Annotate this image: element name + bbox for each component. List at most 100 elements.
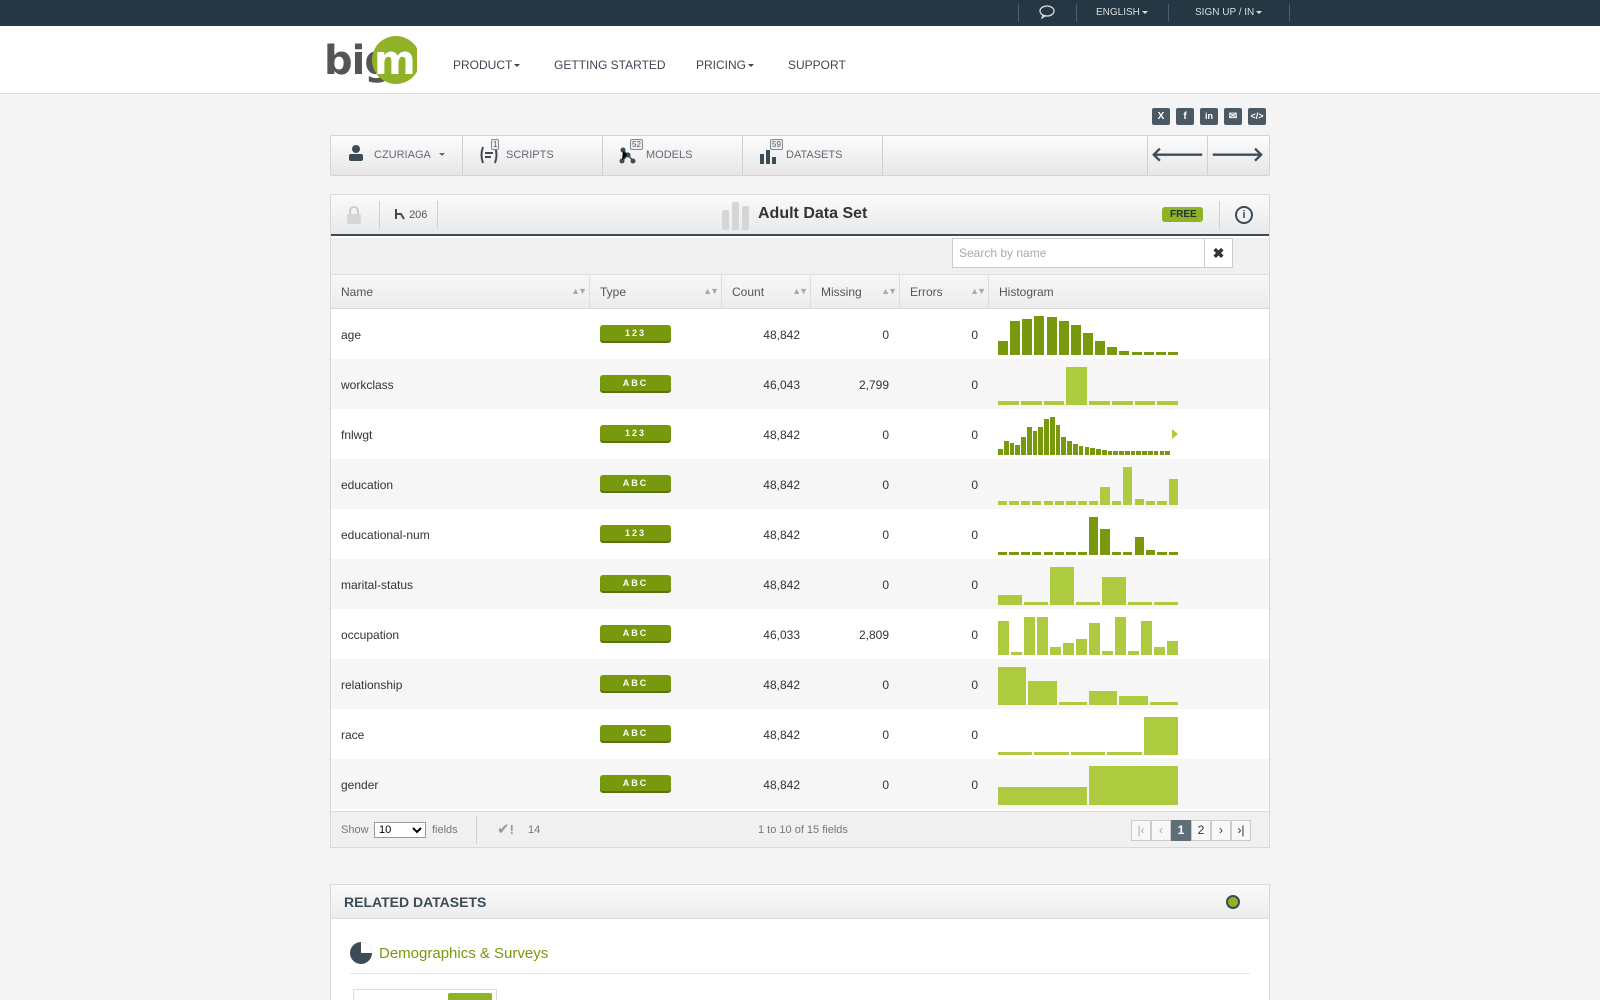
histogram-bar (1044, 419, 1049, 455)
table-row[interactable]: educational-num 123 48,842 0 0 (331, 509, 1269, 559)
histogram-bar (1157, 501, 1167, 505)
histogram-bar (1089, 517, 1099, 555)
page-2-button[interactable]: 2 (1191, 820, 1211, 841)
histogram-bar (1077, 501, 1087, 505)
histogram[interactable] (998, 615, 1180, 655)
histogram[interactable] (998, 465, 1180, 505)
column-label: Type (600, 285, 627, 299)
histogram-bar (998, 401, 1019, 405)
histogram-bar (1032, 552, 1042, 555)
nav-label: PRODUCT (453, 58, 513, 72)
field-type-badge: ABC (600, 375, 671, 391)
column-count[interactable]: Count ▲▼ (722, 275, 811, 309)
next-page-icon[interactable]: › (1211, 820, 1231, 841)
page-1-button[interactable]: 1 (1171, 820, 1191, 841)
last-page-icon[interactable]: ›| (1231, 820, 1251, 841)
check-warning-icon: ✔! (497, 821, 514, 838)
tab-models[interactable]: 52 MODELS (603, 136, 743, 175)
info-icon[interactable]: i (1235, 206, 1253, 224)
table-row[interactable]: fnlwgt 123 48,842 0 0 (331, 409, 1269, 459)
signin-menu[interactable]: SIGN UP / IN (1195, 7, 1263, 18)
table-row[interactable]: education ABC 48,842 0 0 (331, 459, 1269, 509)
views-count: 206 (409, 209, 428, 221)
nav-product[interactable]: PRODUCT (453, 58, 521, 72)
dataset-title: Adult Data Set (758, 205, 868, 222)
related-header[interactable]: RELATED DATASETS (331, 885, 1269, 919)
lock-icon[interactable] (347, 206, 361, 224)
histogram-bar (1089, 623, 1100, 655)
histogram-bar (1145, 501, 1156, 505)
table-header: Name ▲▼ Type ▲▼ Count ▲▼ Missing ▲▼ Errors ▲▼… (331, 274, 1269, 309)
category-link[interactable]: Demographics & Surveys (379, 945, 548, 962)
user-menu[interactable]: CZURIAGA (331, 136, 463, 175)
language-menu[interactable]: ENGLISH (1096, 7, 1148, 18)
histogram-bar (1037, 617, 1048, 655)
prev-page-icon[interactable]: ‹ (1151, 820, 1171, 841)
histogram-bar (1070, 752, 1106, 755)
histogram-bar (1043, 501, 1053, 505)
pie-chart-icon (350, 942, 372, 964)
histogram[interactable] (998, 765, 1180, 805)
back-arrow-icon[interactable]: 🡐 (1147, 136, 1207, 175)
page-size-select[interactable]: 10 (374, 822, 426, 838)
chevron-down-icon (748, 64, 755, 68)
histogram[interactable] (998, 565, 1180, 605)
table-row[interactable]: race ABC 48,842 0 0 (331, 709, 1269, 759)
column-type[interactable]: Type ▲▼ (590, 275, 722, 309)
histogram-bar (1102, 577, 1126, 605)
table-row[interactable]: marital-status ABC 48,842 0 0 (331, 559, 1269, 609)
column-name[interactable]: Name ▲▼ (331, 275, 590, 309)
histogram-bar (1123, 467, 1133, 505)
histogram-bar (1082, 333, 1093, 355)
histogram-bar (1107, 347, 1118, 355)
histogram-bar (1078, 446, 1084, 455)
histogram[interactable] (998, 315, 1180, 355)
field-errors: 0 (971, 778, 978, 792)
forward-arrow-icon[interactable]: 🡒 (1207, 136, 1267, 175)
dataset-card[interactable] (353, 989, 497, 1000)
x-share-icon[interactable]: X (1152, 108, 1170, 125)
nav-getting-started[interactable]: GETTING STARTED (554, 58, 666, 72)
histogram-bar (1155, 352, 1166, 355)
histogram-bar (1143, 717, 1178, 755)
histogram[interactable] (998, 515, 1180, 555)
field-name: marital-status (341, 578, 414, 592)
sort-icon: ▲▼ (881, 286, 897, 296)
histogram[interactable] (998, 365, 1180, 405)
histogram-bar (1154, 647, 1165, 655)
histogram[interactable] (998, 665, 1180, 705)
linkedin-share-icon[interactable]: in (1200, 108, 1218, 125)
field-name: occupation (341, 628, 400, 642)
collapse-icon[interactable] (1226, 895, 1240, 909)
histogram-more-icon[interactable] (1172, 429, 1178, 439)
mail-share-icon[interactable]: ✉ (1224, 108, 1242, 125)
table-row[interactable]: relationship ABC 48,842 0 0 (331, 659, 1269, 709)
histogram-bar (1168, 479, 1178, 505)
histogram-bar (1050, 567, 1074, 605)
tab-datasets[interactable]: 59 DATASETS (743, 136, 883, 175)
nav-pricing[interactable]: PRICING (696, 58, 755, 72)
histogram[interactable] (998, 415, 1180, 455)
histogram-bar (1115, 617, 1126, 655)
column-missing[interactable]: Missing ▲▼ (811, 275, 900, 309)
field-missing: 0 (882, 728, 889, 742)
embed-code-icon[interactable]: </> (1248, 108, 1266, 125)
histogram-bar (1143, 352, 1154, 355)
nav-support[interactable]: SUPPORT (788, 58, 846, 72)
clear-search-icon[interactable]: ✖ (1205, 238, 1233, 268)
table-row[interactable]: gender ABC 48,842 0 0 (331, 759, 1269, 809)
histogram[interactable] (998, 715, 1180, 755)
first-page-icon[interactable]: |‹ (1131, 820, 1151, 841)
column-errors[interactable]: Errors ▲▼ (900, 275, 989, 309)
histogram-bar (1054, 552, 1065, 555)
table-row[interactable]: occupation ABC 46,033 2,809 0 (331, 609, 1269, 659)
search-input[interactable] (952, 238, 1205, 268)
chat-icon[interactable] (1038, 5, 1056, 22)
tab-scripts[interactable]: 1 SCRIPTS (463, 136, 603, 175)
field-type-badge: ABC (600, 675, 671, 691)
table-row[interactable]: workclass ABC 46,043 2,799 0 (331, 359, 1269, 409)
facebook-share-icon[interactable]: f (1176, 108, 1194, 125)
histogram-bar (1034, 752, 1069, 755)
histogram-bar (998, 621, 1009, 655)
table-row[interactable]: age 123 48,842 0 0 (331, 309, 1269, 359)
